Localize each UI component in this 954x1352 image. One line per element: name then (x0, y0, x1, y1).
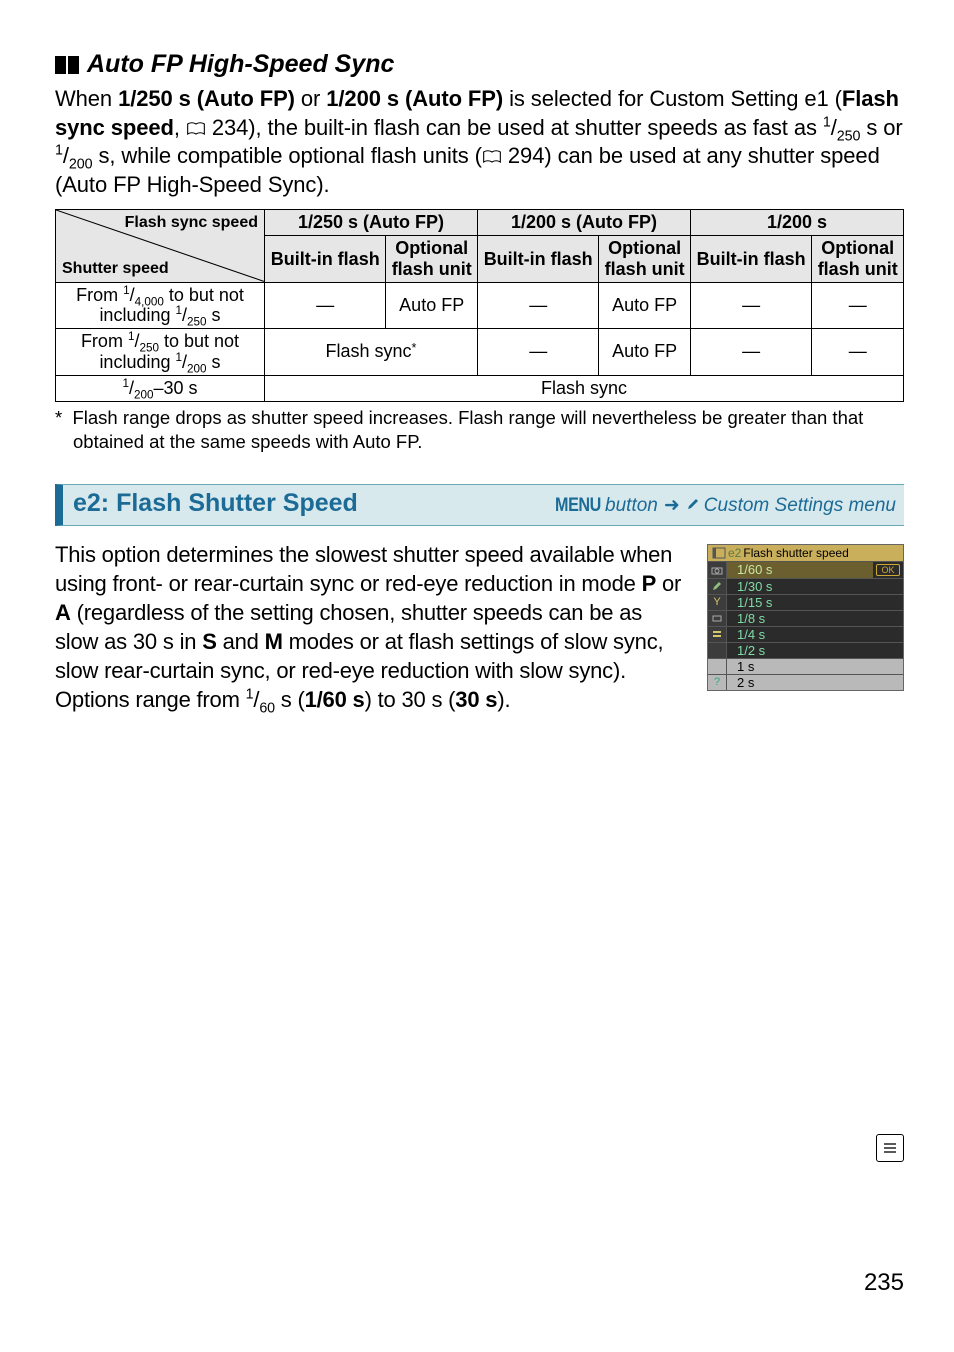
manual-ref-icon (186, 122, 206, 136)
section-tab-icon (876, 1134, 904, 1162)
table-row: From 1/250 to but not including 1/200 s … (56, 329, 904, 375)
pencil-icon (708, 579, 727, 594)
col-sub: Built-in flash (265, 236, 386, 282)
mymenu-icon (708, 627, 727, 642)
cam-row: 1/4 s (708, 626, 903, 642)
cam-header: e2Flash shutter speed (708, 545, 903, 561)
col-group: 1/250 s (Auto FP) (265, 210, 478, 236)
table-row: 1/200–30 s Flash sync (56, 375, 904, 401)
cam-row: 1/60 s OK (708, 561, 903, 578)
camera-icon (708, 562, 727, 578)
col-sub: Optionalflash unit (599, 236, 691, 282)
cam-row: 1/2 s (708, 642, 903, 658)
e2-heading-bar: e2: Flash Shutter Speed MENU button ➜ Cu… (55, 484, 904, 526)
cam-row: Y 1/15 s (708, 594, 903, 610)
section-title: Auto FP High-Speed Sync (87, 50, 394, 79)
e2-title: e2: Flash Shutter Speed (73, 489, 358, 518)
cam-row: 1/30 s (708, 578, 903, 594)
manual-ref-icon (482, 150, 502, 164)
help-icon: ? (708, 675, 727, 690)
table-footnote: * Flash range drops as shutter speed inc… (55, 406, 904, 454)
section-heading-auto-fp: Auto FP High-Speed Sync (55, 50, 904, 79)
ok-badge: OK (876, 564, 900, 576)
col-group: 1/200 s (690, 210, 903, 236)
col-sub: Optionalflash unit (386, 236, 478, 282)
intro-paragraph: When 1/250 s (Auto FP) or 1/200 s (Auto … (55, 85, 904, 199)
e2-breadcrumb: MENU button ➜ Custom Settings menu (551, 494, 896, 517)
col-sub: Optionalflash unit (812, 236, 904, 282)
cam-row: ? 2 s (708, 674, 903, 690)
retouch-icon (708, 611, 727, 626)
page-number: 235 (864, 1269, 904, 1297)
sync-table: Flash sync speed Shutter speed 1/250 s (… (55, 209, 904, 401)
e2-paragraph: This option determines the slowest shutt… (55, 540, 685, 714)
cam-row: 1 s (708, 658, 903, 674)
heading-marker (55, 56, 81, 74)
table-row: From 1/4,000 to but not including 1/250 … (56, 282, 904, 328)
table-corner: Flash sync speed Shutter speed (56, 210, 265, 282)
cam-row: 1/8 s (708, 610, 903, 626)
pencil-icon (686, 495, 700, 517)
col-sub: Built-in flash (690, 236, 811, 282)
col-sub: Built-in flash (477, 236, 598, 282)
wrench-icon: Y (708, 595, 727, 610)
col-group: 1/200 s (Auto FP) (477, 210, 690, 236)
camera-menu-screenshot: e2Flash shutter speed 1/60 s OK 1/30 s Y… (707, 544, 904, 691)
